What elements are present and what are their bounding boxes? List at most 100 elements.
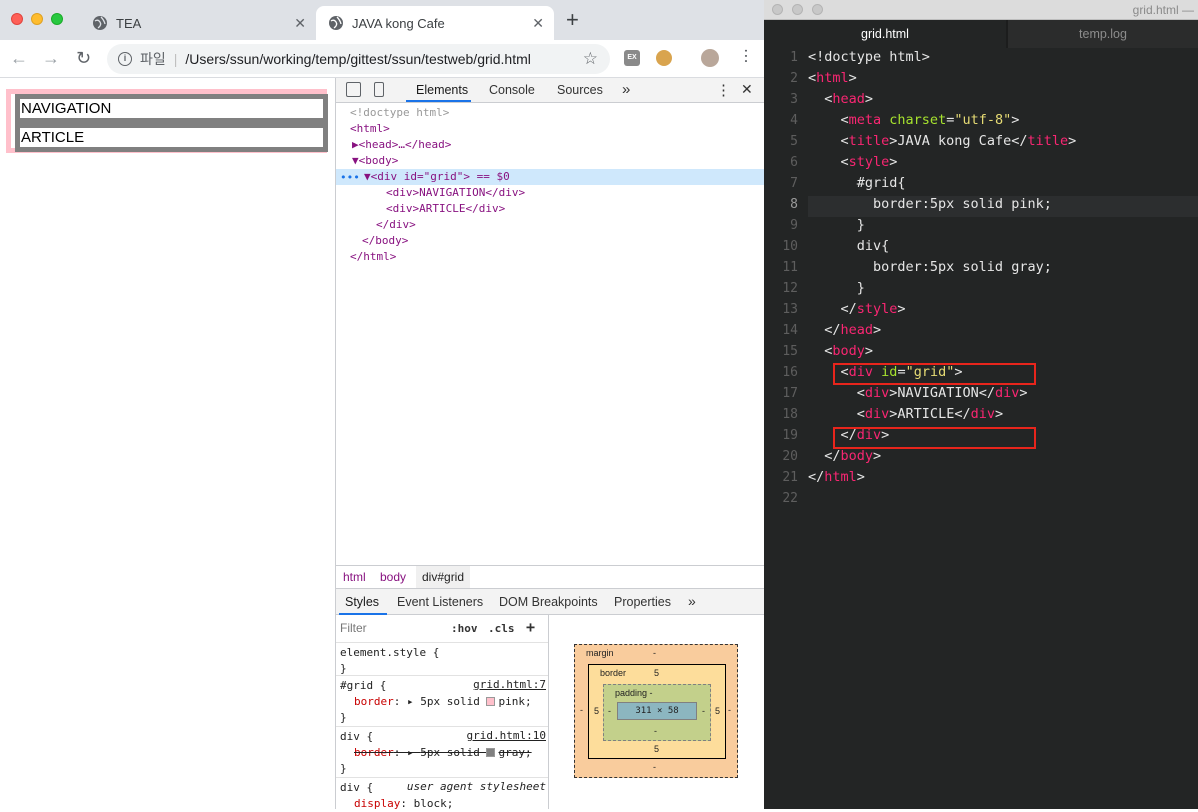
new-rule-button[interactable]: + <box>526 618 535 636</box>
code-line: <div>NAVIGATION</div> <box>808 385 1028 401</box>
browser-menu-icon[interactable]: ⋯ <box>735 48 755 64</box>
line-number: 6 <box>790 155 798 170</box>
info-icon[interactable]: i <box>118 52 132 66</box>
tree-node[interactable]: ▼<body> <box>352 153 398 169</box>
code-line: </style> <box>808 301 906 317</box>
box-model-padding[interactable]: padding - - - - 311 × 58 <box>603 684 711 741</box>
tab-tea[interactable]: TEA ✕ <box>80 6 316 40</box>
more-subtabs-icon[interactable]: » <box>688 593 696 609</box>
omnibox-separator: | <box>173 51 178 67</box>
new-tab-button[interactable]: + <box>566 9 579 31</box>
line-number: 14 <box>782 323 798 338</box>
tab-strip: TEA ✕ JAVA kong Cafe ✕ + <box>0 0 764 40</box>
tree-node[interactable]: </body> <box>362 233 408 249</box>
bookmark-star-icon[interactable]: ☆ <box>583 49 598 69</box>
article-box: ARTICLE <box>15 123 328 152</box>
editor-tab-grid-html[interactable]: grid.html <box>764 20 1006 48</box>
code-line: </html> <box>808 469 865 485</box>
annotation-box-close-div <box>833 427 1036 449</box>
reload-icon[interactable]: ↻ <box>76 48 91 68</box>
maximize-editor-button[interactable] <box>812 4 823 15</box>
line-number: 1 <box>790 50 798 65</box>
close-editor-button[interactable] <box>772 4 783 15</box>
maximize-window-button[interactable] <box>51 13 63 25</box>
tab-elements[interactable]: Elements <box>416 83 468 97</box>
tab-properties[interactable]: Properties <box>614 595 671 609</box>
ellipsis-icon[interactable]: ••• <box>340 170 360 186</box>
tab-title: JAVA kong Cafe <box>352 15 445 31</box>
devtools-menu-icon[interactable]: ⋮ <box>716 81 731 99</box>
color-swatch[interactable] <box>486 748 496 757</box>
address-bar[interactable]: i 파일 | /Users/ssun/working/temp/gittest/… <box>107 44 610 74</box>
code-line: } <box>808 280 865 296</box>
line-number: 2 <box>790 71 798 86</box>
box-model-diagram: margin - - - - border 5 5 5 5 padding - … <box>549 615 764 809</box>
code-line: <head> <box>808 91 874 107</box>
code-editor-window: grid.html — grid.html temp.log 123456789… <box>764 0 1198 809</box>
tab-title: TEA <box>116 15 142 31</box>
tab-styles[interactable]: Styles <box>345 595 379 609</box>
minimize-editor-button[interactable] <box>792 4 803 15</box>
tree-node[interactable]: ▶<head>…</head> <box>352 137 451 153</box>
color-swatch[interactable] <box>486 697 496 706</box>
box-model-margin[interactable]: margin - - - - border 5 5 5 5 padding - … <box>574 644 738 778</box>
close-window-button[interactable] <box>11 13 23 25</box>
box-model-border[interactable]: border 5 5 5 5 padding - - - - 311 × 58 <box>588 664 726 759</box>
devtools-tabbar: Elements Console Sources » ⋮ ✕ <box>336 78 764 103</box>
line-number: 20 <box>782 449 798 464</box>
close-devtools-icon[interactable]: ✕ <box>741 81 753 98</box>
inspect-element-icon[interactable] <box>346 82 361 97</box>
tab-sources[interactable]: Sources <box>557 83 603 97</box>
grid-container: NAVIGATION ARTICLE <box>6 89 328 153</box>
device-toolbar-icon[interactable] <box>374 82 384 97</box>
forward-arrow-icon[interactable]: → <box>42 48 60 68</box>
breadcrumb-html[interactable]: html <box>343 566 366 588</box>
line-number: 21 <box>782 470 798 485</box>
tab-console[interactable]: Console <box>489 83 535 97</box>
close-tab-icon[interactable]: ✕ <box>532 15 544 32</box>
rule-source-link[interactable]: grid.html:10 <box>467 729 546 742</box>
tree-node[interactable]: </html> <box>350 249 396 265</box>
tree-node[interactable]: <!doctype html> <box>350 105 449 121</box>
code-line: #grid{ <box>808 175 906 191</box>
tree-node[interactable]: <div>ARTICLE</div> <box>386 201 505 217</box>
breadcrumb: html body div#grid <box>336 565 764 589</box>
tree-node[interactable]: <html> <box>350 121 390 137</box>
tree-node-selected[interactable]: ▼<div id="grid"> == $0 <box>364 169 510 185</box>
devtools-panel: Elements Console Sources » ⋮ ✕ <!doctype… <box>335 78 764 810</box>
line-number: 16 <box>782 365 798 380</box>
line-number: 12 <box>782 281 798 296</box>
editor-tab-temp-log[interactable]: temp.log <box>1008 20 1198 48</box>
back-arrow-icon[interactable]: ← <box>10 48 28 68</box>
close-tab-icon[interactable]: ✕ <box>294 15 306 32</box>
cls-toggle[interactable]: .cls <box>488 622 515 635</box>
box-model-content[interactable]: 311 × 58 <box>617 702 697 720</box>
styles-tabbar: Styles Event Listeners DOM Breakpoints P… <box>336 589 764 615</box>
editor-window-title: grid.html — <box>1132 3 1194 17</box>
navigation-box: NAVIGATION <box>15 94 328 123</box>
tab-dom-breakpoints[interactable]: DOM Breakpoints <box>499 595 598 609</box>
code-line: <style> <box>808 154 898 170</box>
style-rule-user-agent: div { user agent stylesheet display: blo… <box>340 780 546 810</box>
url-text[interactable]: /Users/ssun/working/temp/gittest/ssun/te… <box>185 51 530 67</box>
breadcrumb-body[interactable]: body <box>380 566 406 588</box>
extension-ex-icon[interactable]: EX <box>624 50 640 66</box>
line-number: 11 <box>782 260 798 275</box>
tab-event-listeners[interactable]: Event Listeners <box>397 595 483 609</box>
line-number: 10 <box>782 239 798 254</box>
more-tabs-icon[interactable]: » <box>622 81 630 98</box>
code-line: <html> <box>808 70 857 86</box>
breadcrumb-div-grid[interactable]: div#grid <box>416 566 471 588</box>
rule-source-link[interactable]: grid.html:7 <box>473 678 546 691</box>
tab-java-kong-cafe[interactable]: JAVA kong Cafe ✕ <box>316 6 554 40</box>
code-line: } <box>808 217 865 233</box>
browser-toolbar: ← → ↻ i 파일 | /Users/ssun/working/temp/gi… <box>0 40 764 78</box>
styles-filter-input[interactable]: Filter <box>340 619 440 637</box>
cookie-extension-icon[interactable] <box>656 50 672 66</box>
tree-node[interactable]: <div>NAVIGATION</div> <box>386 185 525 201</box>
line-number: 5 <box>790 134 798 149</box>
hov-toggle[interactable]: :hov <box>451 622 478 635</box>
tree-node[interactable]: </div> <box>376 217 416 233</box>
minimize-window-button[interactable] <box>31 13 43 25</box>
profile-avatar-icon[interactable] <box>701 49 719 67</box>
